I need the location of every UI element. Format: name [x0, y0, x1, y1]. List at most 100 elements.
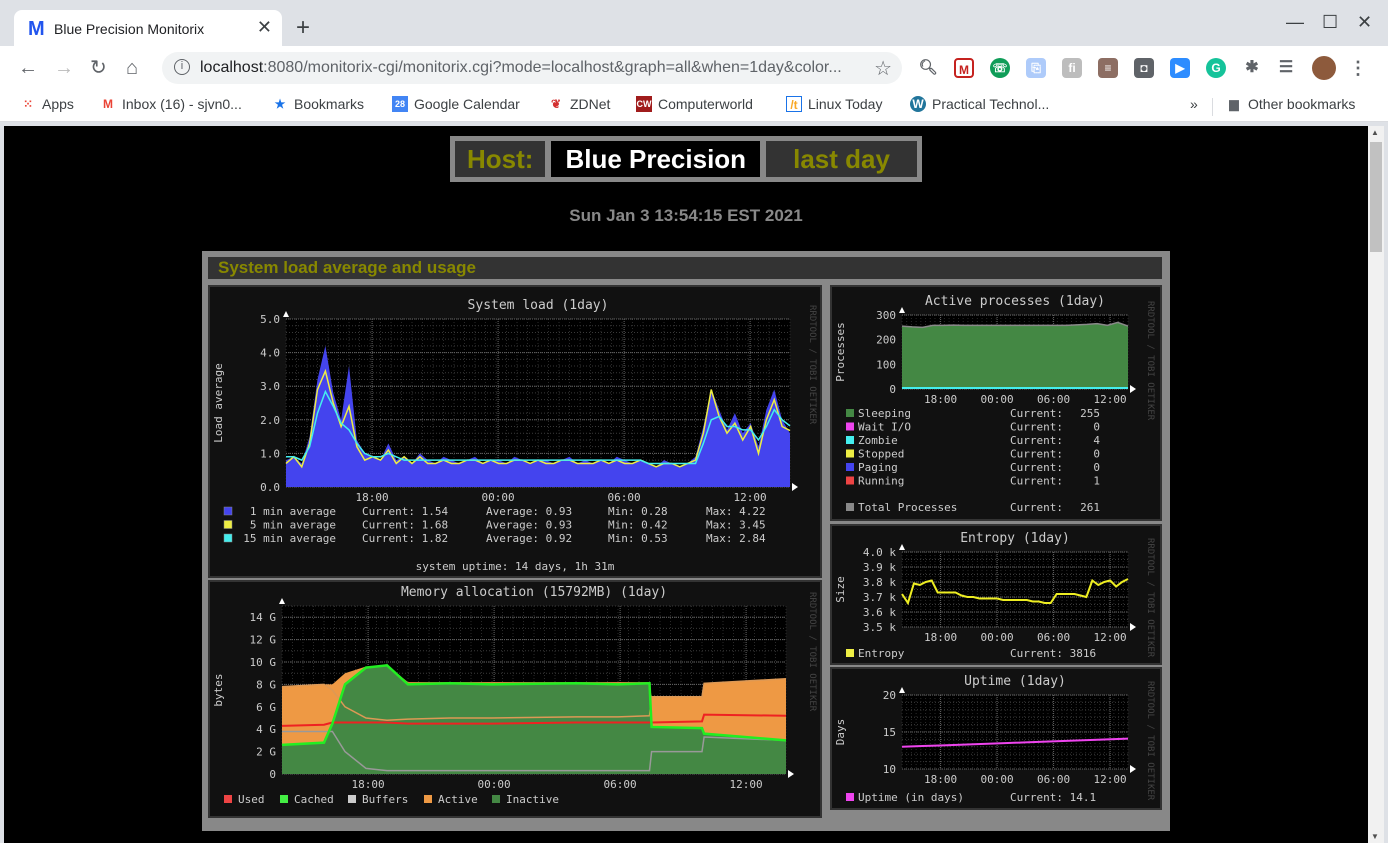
- scrollbar-thumb[interactable]: [1370, 142, 1382, 252]
- legend-current-value: 0: [1093, 461, 1100, 474]
- y-axis-label: Size: [834, 576, 847, 603]
- hangouts-extension-icon[interactable]: ☏: [990, 58, 1010, 78]
- y-tick-label: 0.0: [260, 481, 280, 494]
- legend-label: Zombie: [858, 434, 898, 447]
- menu-kebab-icon[interactable]: ⋮: [1348, 58, 1368, 78]
- legend-current: Current: 3816: [1010, 647, 1096, 660]
- chart-title: System load (1day): [468, 298, 609, 313]
- bookmark-zdnet[interactable]: ❦ ZDNet: [548, 96, 610, 112]
- legend-current-label: Current:: [1010, 448, 1063, 461]
- y-tick-label: 10: [883, 763, 896, 776]
- legend-label: Sleeping: [858, 407, 911, 420]
- bookmark-inbox[interactable]: M Inbox (16) - sjvn0...: [100, 96, 242, 112]
- y-tick-label: 3.9 k: [863, 561, 896, 574]
- extensions-puzzle-icon[interactable]: ✱: [1242, 58, 1262, 78]
- legend-current-value: 0: [1093, 448, 1100, 461]
- legend-average: Average: 0.93: [486, 505, 572, 518]
- legend-swatch: [492, 795, 500, 803]
- tab-close-icon[interactable]: ✕: [257, 17, 272, 38]
- media-control-icon[interactable]: ☰: [1276, 58, 1296, 78]
- report-datetime: Sun Jan 3 13:54:15 EST 2021: [569, 206, 803, 225]
- bookmarks-overflow-button[interactable]: »: [1190, 96, 1198, 112]
- legend-swatch: [846, 649, 854, 657]
- gmail-checker-extension-icon[interactable]: M: [954, 58, 974, 78]
- legend-label: Cached: [294, 793, 334, 806]
- gmail-icon: M: [103, 97, 113, 111]
- y-tick-label: 3.6 k: [863, 606, 896, 619]
- bookmark-practical-technology[interactable]: W Practical Technol...: [910, 96, 1049, 112]
- legend-current: Current: 1.54: [362, 505, 448, 518]
- copy-extension-icon[interactable]: ⎘: [1026, 58, 1046, 78]
- x-tick-label: 12:00: [1094, 773, 1127, 786]
- host-header: Host: Blue Precision last day: [450, 136, 922, 182]
- zoom-extension-icon[interactable]: ▶: [1170, 58, 1190, 78]
- browser-tab[interactable]: M Blue Precision Monitorix ✕: [14, 10, 282, 46]
- scroll-up-arrow-icon[interactable]: ▲: [1371, 128, 1379, 137]
- legend-current: Current: 1.68: [362, 519, 448, 532]
- bookmark-google-calendar[interactable]: 28 Google Calendar: [392, 96, 520, 112]
- chart-title: Uptime (1day): [964, 674, 1066, 689]
- y-tick-label: 2.0: [260, 414, 280, 427]
- legend-swatch: [846, 463, 854, 471]
- legend-swatch: [348, 795, 356, 803]
- legend-label: 1 min average: [250, 505, 336, 518]
- search-extension-icon[interactable]: 🔍︎: [918, 58, 938, 78]
- reload-button[interactable]: ↻: [90, 56, 107, 80]
- page-scrollbar[interactable]: ▲ ▼: [1368, 126, 1384, 843]
- x-tick-label: 18:00: [356, 491, 389, 504]
- legend-current: Current: 1.82: [362, 532, 448, 545]
- legend-current-label: Current:: [1010, 475, 1063, 488]
- x-tick-label: 06:00: [1037, 393, 1070, 406]
- y-tick-label: 0: [269, 768, 276, 781]
- bookmark-computerworld[interactable]: CW Computerworld: [636, 96, 753, 112]
- bookmark-linux-today[interactable]: /t Linux Today: [786, 96, 882, 112]
- section-title: System load average and usage: [208, 257, 1162, 279]
- x-axis-arrow-icon: [1130, 765, 1136, 773]
- maximize-button[interactable]: ☐: [1322, 12, 1338, 33]
- y-tick-label: 20: [883, 689, 896, 702]
- keep-extension-icon[interactable]: ◘: [1134, 58, 1154, 78]
- legend-current-label: Current:: [1010, 501, 1063, 514]
- x-tick-label: 18:00: [352, 778, 385, 791]
- scroll-down-arrow-icon[interactable]: ▼: [1371, 832, 1379, 841]
- site-info-icon[interactable]: i: [174, 59, 190, 75]
- tab-title: Blue Precision Monitorix: [54, 21, 205, 37]
- legend-current: Current: 14.1: [1010, 791, 1096, 804]
- x-axis-arrow-icon: [1130, 623, 1136, 631]
- back-button[interactable]: ←: [18, 56, 38, 80]
- legend-label: Active: [438, 793, 478, 806]
- chart-title: Memory allocation (15792MB) (1day): [401, 585, 667, 600]
- grammarly-extension-icon[interactable]: G: [1206, 58, 1226, 78]
- bookmark-bookmarks[interactable]: ★ Bookmarks: [272, 96, 364, 112]
- forward-button[interactable]: →: [54, 56, 74, 80]
- bookmark-star-icon[interactable]: ☆: [874, 56, 892, 81]
- bookmark-apps[interactable]: ⁙ Apps: [20, 96, 74, 112]
- legend-label: Used: [238, 793, 265, 806]
- entropy-graph: Entropy (1day) Size 3.5 k 3.6 k 3.7 k 3.8 k 3.…: [830, 524, 1162, 665]
- legend-swatch: [846, 422, 854, 431]
- tab-strip: M Blue Precision Monitorix ✕ + — ☐ ✕: [0, 0, 1388, 46]
- rrdtool-watermark: RRDTOOL / TOBI OETIKER: [1145, 538, 1155, 658]
- home-button[interactable]: ⌂: [126, 56, 138, 80]
- legend-label: Running: [858, 475, 904, 488]
- legend-current-value: 4: [1093, 434, 1100, 447]
- books-extension-icon[interactable]: ≡: [1098, 58, 1118, 78]
- wordpress-icon: W: [910, 96, 926, 112]
- y-tick-label: 5.0: [260, 313, 280, 326]
- new-tab-button[interactable]: +: [296, 14, 310, 42]
- legend-label: Inactive: [506, 793, 559, 806]
- address-bar[interactable]: i localhost:8080/monitorix-cgi/monitorix…: [162, 52, 902, 84]
- bookmark-other-bookmarks[interactable]: ▆ Other bookmarks: [1226, 96, 1355, 112]
- legend-current-value: 261: [1080, 501, 1100, 514]
- minimize-button[interactable]: —: [1286, 12, 1304, 33]
- x-tick-label: 00:00: [981, 773, 1014, 786]
- legend-label: Entropy: [858, 647, 905, 660]
- uptime-footer: system uptime: 14 days, 1h 31m: [416, 560, 615, 573]
- fonts-extension-icon[interactable]: fi: [1062, 58, 1082, 78]
- legend-current-label: Current:: [1010, 434, 1063, 447]
- series-area-sleeping: [902, 322, 1128, 389]
- host-name: Blue Precision: [551, 141, 761, 177]
- url-path: :8080/monitorix-cgi/monitorix.cgi?mode=l…: [263, 59, 842, 76]
- window-close-button[interactable]: ✕: [1357, 12, 1372, 33]
- profile-avatar[interactable]: [1312, 56, 1336, 80]
